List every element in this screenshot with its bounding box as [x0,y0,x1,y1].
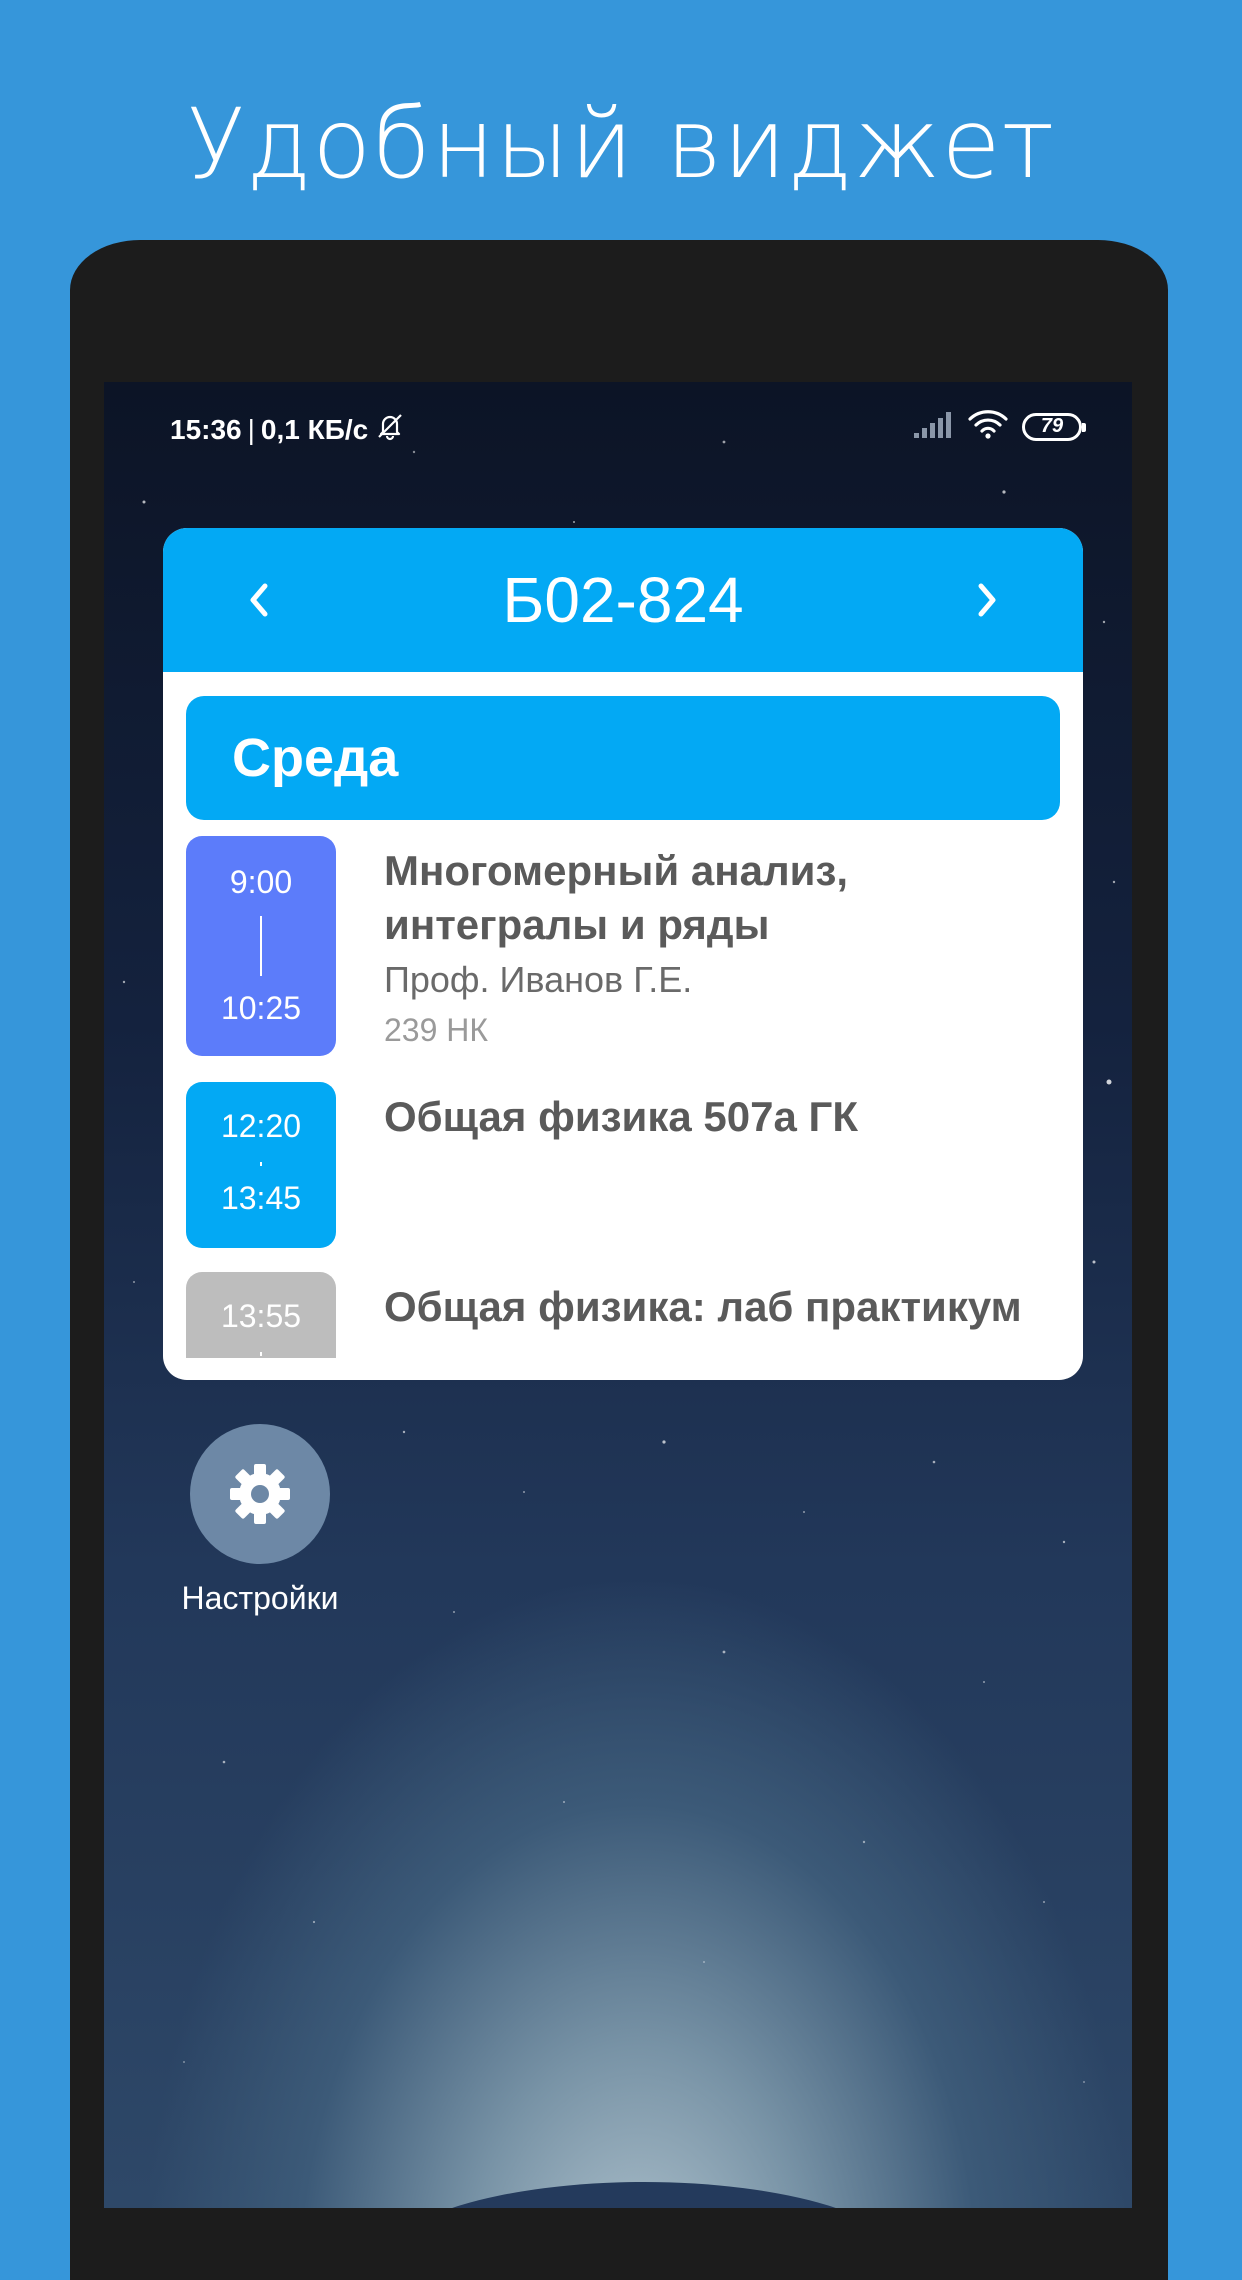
prev-button[interactable] [223,564,295,636]
headline: Удобный виджет [186,88,1056,200]
lesson-teacher: Проф. Иванов Г.Е. [384,959,693,1000]
status-separator: | [247,413,255,445]
lesson-start-time: 9:00 [229,864,293,900]
lesson-title: Общая физика 507а ГК [384,1093,858,1140]
lesson-time-box: 13:55 [186,1272,336,1358]
lesson-item[interactable]: 12:20 13:45 Общая физика 507а ГК [186,1082,1060,1248]
time-divider [260,1162,262,1166]
lesson-info: Общая физика 507а ГК [384,1090,1044,1144]
signal-icon [912,409,954,444]
lesson-start-time: 13:55 [220,1298,302,1334]
lesson-info: Многомерный анализ, интегралы и ряды Про… [384,844,1044,1052]
battery-icon: 79 [1022,412,1086,441]
lesson-title: Многомерный анализ, интегралы и ряды [384,847,848,948]
lesson-list[interactable]: 9:00 10:25 Многомерный анализ, интегралы… [186,836,1060,1358]
phone-screen: 15:36 | 0,1 КБ/с 79 Б02-824 Среда 9:00 1… [104,382,1132,2208]
status-right: 79 [912,408,1086,445]
lesson-item[interactable]: 13:55 Общая физика: лаб практикум [186,1272,1060,1358]
day-label: Среда [232,728,399,788]
time-divider [260,916,262,976]
status-left: 15:36 | 0,1 КБ/с [170,410,406,449]
lesson-item[interactable]: 9:00 10:25 Многомерный анализ, интегралы… [186,836,1060,1056]
day-header: Среда [186,696,1060,820]
settings-app-icon[interactable] [190,1424,330,1564]
lesson-end-time: 10:25 [220,990,302,1026]
time-divider [260,1352,262,1356]
lesson-title: Общая физика: лаб практикум [384,1283,1022,1330]
lesson-end-time: 13:45 [220,1180,302,1216]
lesson-start-time: 12:20 [220,1108,302,1144]
chevron-right-icon [978,583,996,617]
lesson-time-box: 12:20 13:45 [186,1082,336,1248]
wifi-icon [968,408,1008,445]
group-title: Б02-824 [502,564,744,636]
lesson-room: 239 НК [384,1012,489,1048]
gear-icon [230,1464,290,1524]
status-bar: 15:36 | 0,1 КБ/с 79 [104,382,1132,472]
lesson-time-box: 9:00 10:25 [186,836,336,1056]
widget-header: Б02-824 [163,528,1083,672]
lesson-info: Общая физика: лаб практикум [384,1280,1044,1334]
schedule-widget[interactable]: Б02-824 Среда 9:00 10:25 Многомерный ана… [163,528,1083,1380]
status-speed: 0,1 КБ/с [260,413,369,445]
settings-app-label[interactable]: Настройки [140,1580,380,1617]
bell-off-icon [374,410,406,449]
status-time: 15:36 [170,413,242,445]
next-button[interactable] [951,564,1023,636]
chevron-left-icon [250,583,268,617]
